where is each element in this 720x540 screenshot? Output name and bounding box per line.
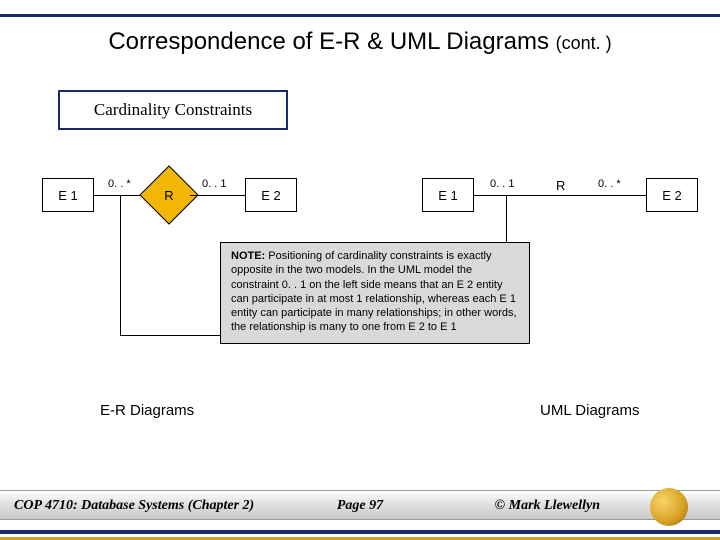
title-main: Correspondence of E-R & UML Diagrams <box>108 28 549 55</box>
section-er-label: E-R Diagrams <box>100 402 194 419</box>
uml-class-e2-label: E 2 <box>662 188 682 203</box>
cardinality-constraints-label: Cardinality Constraints <box>94 100 252 120</box>
note-connector-left-v <box>120 196 121 336</box>
bottom-rule-blue <box>0 530 720 534</box>
section-uml-label: UML Diagrams <box>540 402 639 419</box>
uml-class-e2: E 2 <box>646 178 698 212</box>
uml-association-line <box>474 195 646 196</box>
cardinality-constraints-box: Cardinality Constraints <box>58 90 288 130</box>
page-number: Page 97 <box>0 498 720 514</box>
er-entity-e2: E 2 <box>245 178 297 212</box>
er-card-right: 0. . 1 <box>202 178 226 190</box>
title-cont: (cont. ) <box>556 33 612 53</box>
er-line-r-e2 <box>190 195 245 196</box>
ucf-logo-icon <box>650 488 688 526</box>
er-relationship-label: R <box>148 174 190 216</box>
copyright-footer: © Mark Llewellyn <box>495 498 600 514</box>
er-entity-e2-label: E 2 <box>261 188 281 203</box>
note-box: NOTE: Positioning of cardinality constra… <box>220 242 530 344</box>
er-relationship-diamond: R <box>148 174 190 216</box>
top-rule <box>0 14 720 17</box>
uml-class-e1: E 1 <box>422 178 474 212</box>
slide-title: Correspondence of E-R & UML Diagrams (co… <box>0 28 720 56</box>
er-entity-e1: E 1 <box>42 178 94 212</box>
note-label: NOTE: <box>231 250 265 262</box>
uml-association-name: R <box>556 178 565 193</box>
uml-card-right: 0. . * <box>598 178 621 190</box>
note-body: Positioning of cardinality constraints i… <box>231 250 517 333</box>
er-entity-e1-label: E 1 <box>58 188 78 203</box>
note-connector-left-h <box>120 335 220 336</box>
uml-card-left: 0. . 1 <box>490 178 514 190</box>
er-card-left: 0. . * <box>108 178 131 190</box>
uml-class-e1-label: E 1 <box>438 188 458 203</box>
